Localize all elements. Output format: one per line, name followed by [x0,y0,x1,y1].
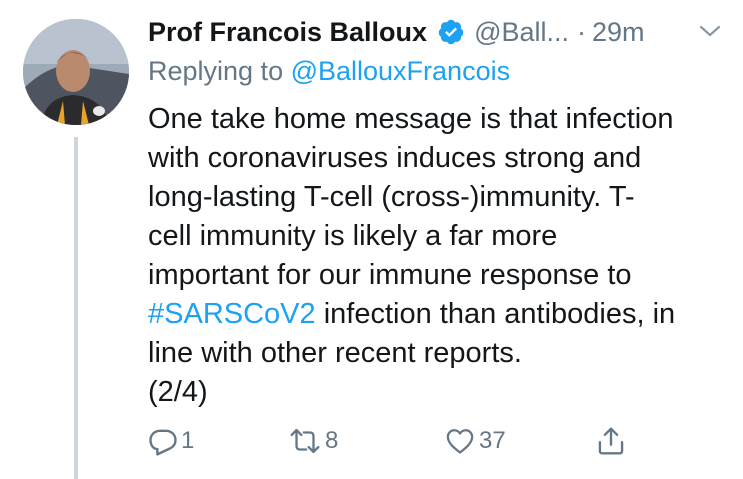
share-icon [596,425,626,457]
tweet[interactable]: Prof Francois Balloux @Ball... · 29m Rep… [0,0,743,479]
like-count: 37 [479,427,506,454]
tweet-text-line: important for our immune response to [148,259,632,291]
retweet-icon [288,426,322,456]
tweet-header: Prof Francois Balloux @Ball... · 29m [148,12,723,52]
tweet-text-line: One take home message is that infection [148,103,674,135]
like-button[interactable]: 37 [444,423,506,459]
reply-icon [148,426,178,456]
reply-button[interactable]: 1 [148,423,194,459]
replying-to-mention[interactable]: @BallouxFrancois [291,56,511,86]
tweet-text-line: line with other recent reports. [148,337,522,369]
avatar[interactable] [23,19,129,125]
tweet-text-fragment: infection than antibodies, in [315,298,676,330]
author-handle[interactable]: @Ball... [474,17,569,48]
hashtag-link[interactable]: #SARSCoV2 [148,298,316,330]
tweet-text-line: (2/4) [148,376,208,408]
chevron-down-icon[interactable] [697,20,723,42]
author-name[interactable]: Prof Francois Balloux [148,17,427,48]
separator-dot: · [577,16,586,47]
share-button[interactable] [596,423,626,459]
tweet-text: One take home message is that infection … [148,100,728,412]
replying-to-label: Replying to [148,56,291,86]
verified-badge-icon [437,18,465,46]
tweet-text-line: cell immunity is likely a far more [148,220,558,252]
tweet-actions: 1 8 37 [148,423,648,459]
tweet-text-line: with coronaviruses induces strong and [148,142,642,174]
replying-to: Replying to @BallouxFrancois [148,56,510,87]
thread-line [74,137,78,479]
heart-icon [444,426,476,456]
timestamp[interactable]: 29m [592,17,645,48]
retweet-button[interactable]: 8 [288,423,338,459]
reply-count: 1 [181,427,195,454]
tweet-text-line: #SARSCoV2 infection than antibodies, in [148,295,728,334]
tweet-text-line: long-lasting T-cell (cross-)immunity. T- [148,181,635,213]
retweet-count: 8 [325,427,339,454]
profile-photo [23,19,129,125]
